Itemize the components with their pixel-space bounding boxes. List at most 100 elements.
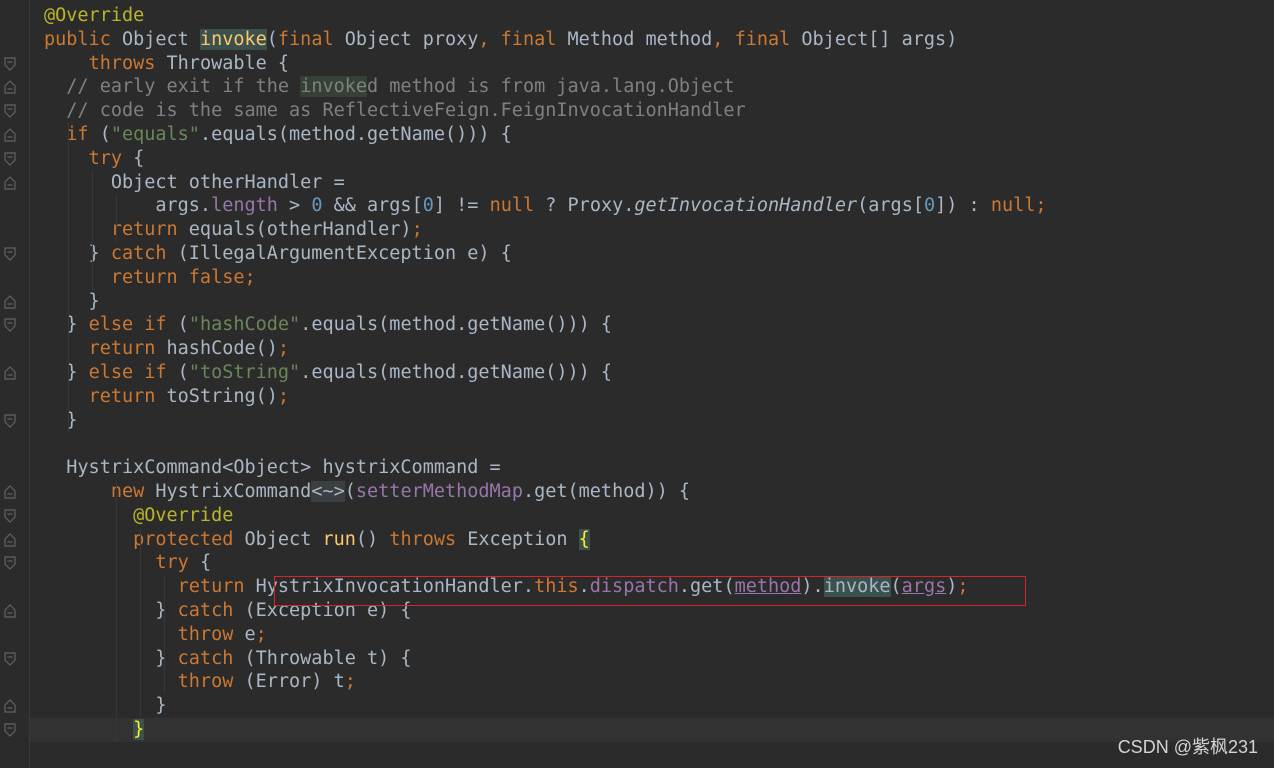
fold-marker-icon[interactable] — [3, 294, 17, 309]
code-token: "equals" — [110, 123, 200, 145]
code-token: (IllegalArgumentException e) { — [177, 242, 512, 264]
code-line[interactable]: // early exit if the invoked method is f… — [44, 75, 1274, 99]
code-token: args. — [44, 195, 212, 217]
code-line[interactable]: return toString(); — [44, 385, 1274, 409]
fold-marker-icon[interactable] — [3, 604, 17, 618]
code-token: } — [44, 314, 89, 336]
code-line[interactable]: Object otherHandler = — [44, 171, 1274, 195]
fold-marker-icon[interactable] — [3, 152, 17, 166]
code-line[interactable]: return hashCode(); — [44, 337, 1274, 361]
code-token: 0 — [422, 195, 434, 217]
fold-marker-icon[interactable] — [3, 128, 17, 142]
code-token: if — [66, 123, 100, 145]
code-line[interactable]: @Override — [44, 504, 1274, 528]
code-token: .equals(method.getName())) { — [199, 123, 512, 145]
code-token: @Override — [133, 504, 234, 526]
code-token: invoke — [199, 28, 267, 50]
code-line[interactable]: return HystrixInvocationHandler.this.dis… — [44, 575, 1274, 599]
code-token: ; — [411, 219, 423, 241]
code-token: } — [44, 695, 167, 717]
code-token: toString() — [166, 385, 278, 407]
fold-marker-icon[interactable] — [3, 318, 17, 333]
code-token: throw — [177, 623, 245, 645]
fold-marker-icon[interactable] — [3, 247, 17, 261]
code-token: catch — [177, 599, 245, 621]
code-line[interactable]: new HystrixCommand<~>(setterMethodMap.ge… — [44, 480, 1274, 504]
code-token: , — [478, 28, 501, 50]
fold-marker-icon[interactable] — [3, 366, 17, 380]
code-area[interactable]: @Override public Object invoke(final Obje… — [30, 4, 1274, 742]
code-token: return false; — [110, 266, 256, 288]
fold-marker-icon[interactable] — [3, 651, 17, 666]
code-token: } — [44, 409, 78, 431]
code-token: d method is from java.lang.Object — [367, 76, 735, 98]
code-line[interactable]: try { — [44, 147, 1274, 171]
code-token: throws — [389, 528, 468, 550]
code-line[interactable]: } — [44, 694, 1274, 718]
code-line[interactable]: return equals(otherHandler); — [44, 218, 1274, 242]
code-line[interactable]: throws Throwable { — [44, 52, 1274, 76]
code-token: Object — [244, 528, 323, 550]
code-line[interactable]: return false; — [44, 266, 1274, 290]
fold-marker-icon[interactable] — [3, 175, 17, 190]
fold-marker-icon[interactable] — [3, 532, 17, 547]
code-line[interactable] — [44, 432, 1274, 456]
code-line[interactable]: throw e; — [44, 623, 1274, 647]
code-line[interactable]: } — [44, 409, 1274, 433]
code-token: throws — [88, 52, 167, 74]
code-token: final — [500, 28, 568, 50]
fold-marker-icon[interactable] — [3, 485, 17, 499]
code-line[interactable]: throw (Error) t; — [44, 670, 1274, 694]
code-line[interactable]: try { — [44, 551, 1274, 575]
watermark: CSDN @紫枫231 — [1117, 737, 1258, 757]
code-token: ( — [890, 576, 902, 598]
code-token: .get(method)) { — [522, 480, 691, 502]
code-line[interactable]: args.length > 0 && args[0] != null ? Pro… — [44, 194, 1274, 218]
code-token: HystrixCommand<Object> hystrixCommand = — [44, 457, 501, 479]
code-line[interactable]: HystrixCommand<Object> hystrixCommand = — [44, 456, 1274, 480]
editor-gutter[interactable] — [0, 0, 30, 768]
code-line[interactable]: } catch (Throwable t) { — [44, 647, 1274, 671]
code-line[interactable]: } else if ("hashCode".equals(method.getN… — [44, 313, 1274, 337]
code-token: run — [322, 528, 356, 550]
fold-marker-icon[interactable] — [3, 80, 17, 94]
code-line[interactable]: if ("equals".equals(method.getName())) { — [44, 123, 1274, 147]
code-token: (Throwable t) { — [244, 647, 412, 669]
code-token: ; — [277, 338, 290, 360]
fold-marker-icon[interactable] — [3, 56, 17, 71]
code-token: . — [578, 576, 590, 598]
code-line[interactable]: } else if ("toString".equals(method.getN… — [44, 361, 1274, 385]
code-token: invoke — [300, 76, 368, 98]
code-token: .equals(method.getName())) { — [300, 314, 613, 336]
fold-marker-icon[interactable] — [3, 723, 17, 737]
code-token: getInvocationHandler — [634, 195, 858, 217]
code-line[interactable]: public Object invoke(final Object proxy,… — [44, 28, 1274, 52]
code-line[interactable]: @Override — [44, 4, 1274, 28]
code-token: > — [277, 195, 312, 217]
fold-marker-icon[interactable] — [3, 699, 17, 713]
code-token: null — [489, 195, 535, 217]
code-line[interactable]: } catch (IllegalArgumentException e) { — [44, 242, 1274, 266]
code-line[interactable]: // code is the same as ReflectiveFeign.F… — [44, 99, 1274, 123]
fold-marker-icon[interactable] — [3, 104, 17, 119]
code-token: // early exit if the — [66, 76, 301, 98]
fold-marker-icon[interactable] — [3, 509, 17, 523]
code-editor[interactable]: @Override public Object invoke(final Obje… — [0, 0, 1274, 768]
code-token: } — [44, 599, 178, 621]
code-token: ; — [277, 385, 290, 407]
code-line[interactable]: } — [30, 717, 1274, 742]
code-line[interactable]: } — [44, 290, 1274, 314]
code-token: return — [110, 219, 189, 241]
code-line[interactable]: } catch (Exception e) { — [44, 599, 1274, 623]
code-token: Exception — [467, 528, 579, 550]
code-line[interactable]: protected Object run() throws Exception … — [44, 528, 1274, 552]
code-token: invoke — [823, 576, 891, 598]
fold-marker-icon[interactable] — [3, 413, 17, 428]
code-token: .equals(method.getName())) { — [300, 361, 613, 383]
fold-marker-icon[interactable] — [3, 556, 17, 571]
